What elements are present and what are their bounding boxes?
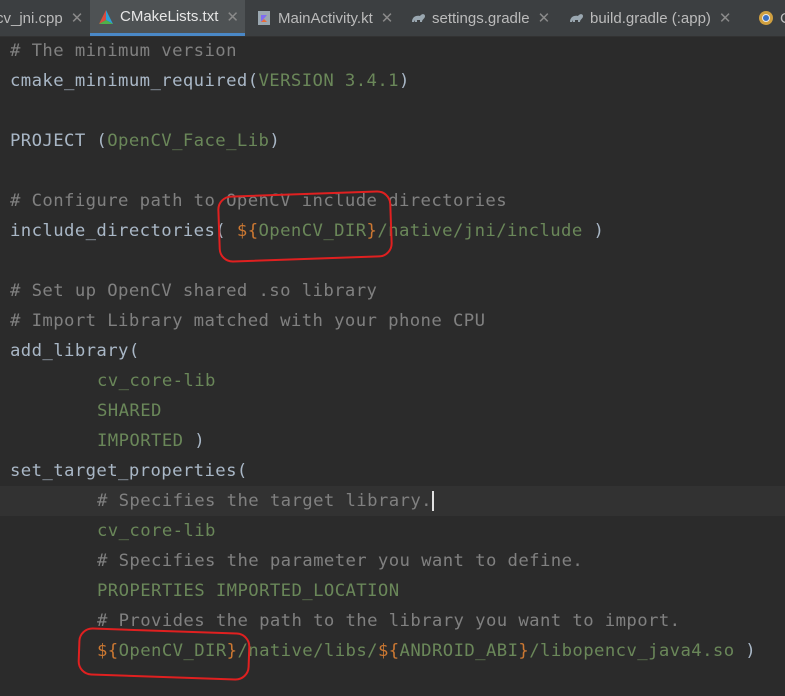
- code-token: # Specifies the target library.: [97, 491, 432, 511]
- code-line-10: # Import Library matched with your phone…: [10, 311, 486, 331]
- text-caret: [431, 491, 434, 511]
- tab-overflow[interactable]: C: [758, 0, 785, 36]
- code-line-9: # Set up OpenCV shared .so library: [10, 281, 378, 301]
- tab-build-gradle-app[interactable]: build.gradle (:app) ✕: [568, 0, 758, 36]
- tab-mainactivity-kt[interactable]: MainActivity.kt ✕: [252, 0, 407, 36]
- close-icon[interactable]: ✕: [538, 9, 551, 27]
- code-token: cmake_minimum_required(: [10, 71, 259, 91]
- close-icon[interactable]: ✕: [719, 9, 732, 27]
- annotation-circle: [77, 627, 251, 681]
- code-line-14: IMPORTED ): [97, 426, 205, 456]
- gradle-icon: [570, 14, 583, 22]
- code-token: }: [518, 641, 530, 661]
- code-line-11: add_library(: [10, 341, 140, 361]
- tab-label: settings.gradle: [432, 9, 530, 27]
- code-line-13: SHARED: [97, 401, 162, 421]
- code-line-18: # Specifies the parameter you want to de…: [97, 551, 584, 571]
- tab-settings-gradle[interactable]: settings.gradle ✕: [410, 0, 560, 36]
- tab-cmakelists[interactable]: CMakeLists.txt ✕: [90, 0, 245, 36]
- code-token: ): [582, 221, 605, 241]
- gradle-icon: [412, 14, 425, 22]
- code-line-2: cmake_minimum_required(VERSION 3.4.1): [10, 66, 410, 96]
- close-icon[interactable]: ✕: [381, 9, 394, 27]
- code-token: /libopencv_java4.so: [529, 641, 735, 661]
- code-line-15: set_target_properties(: [10, 461, 248, 481]
- close-icon[interactable]: ✕: [226, 8, 239, 26]
- code-line-12: cv_core-lib: [97, 371, 216, 391]
- code-token: /native/libs/: [237, 641, 378, 661]
- code-line-1: # The minimum version: [10, 41, 237, 61]
- code-line-4: PROJECT (OpenCV_Face_Lib): [10, 126, 280, 156]
- code-token: VERSION 3.4.1: [258, 71, 399, 91]
- tab-label: cv_jni.cpp: [0, 9, 63, 27]
- tab-cv-jni-cpp[interactable]: cv_jni.cpp ✕: [0, 0, 88, 36]
- code-token: ${: [377, 641, 400, 661]
- code-token: ): [269, 131, 281, 151]
- editor-tab-bar: cv_jni.cpp ✕ CMakeLists.txt ✕ MainActivi…: [0, 0, 785, 37]
- close-icon[interactable]: ✕: [71, 9, 84, 27]
- code-token: /native/jni/include: [377, 221, 583, 241]
- code-token: PROJECT (: [10, 131, 108, 151]
- code-token: include_directories(: [10, 221, 237, 241]
- code-line-17: cv_core-lib: [97, 521, 216, 541]
- kotlin-file-icon: [258, 11, 270, 25]
- chrome-icon: [759, 11, 773, 25]
- code-token: ): [398, 71, 410, 91]
- tab-label: C: [780, 10, 785, 27]
- code-line-19: PROPERTIES IMPORTED_LOCATION: [97, 581, 400, 601]
- code-token: IMPORTED: [97, 431, 184, 451]
- tab-label: CMakeLists.txt: [120, 8, 219, 25]
- code-token: ): [183, 431, 206, 451]
- code-editor[interactable]: # The minimum version cmake_minimum_requ…: [0, 36, 785, 696]
- code-token: ): [734, 641, 757, 661]
- tab-label: build.gradle (:app): [590, 9, 711, 27]
- code-token: ANDROID_ABI: [399, 641, 519, 661]
- code-token: OpenCV_Face_Lib: [107, 131, 270, 151]
- annotation-circle: [216, 189, 394, 264]
- code-line-16: # Specifies the target library.: [97, 486, 434, 516]
- tab-label: MainActivity.kt: [278, 9, 373, 27]
- cmake-icon: [99, 9, 113, 24]
